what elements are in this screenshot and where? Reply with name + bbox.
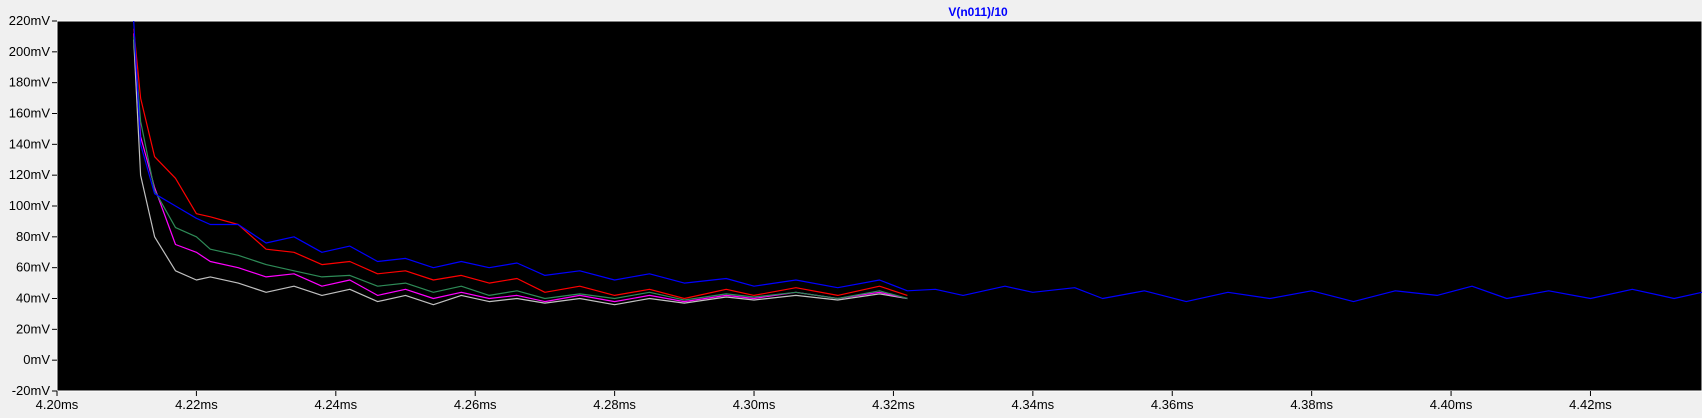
waveform-plot-window[interactable]: 4.20ms 4.22ms 4.24ms 4.26ms 4.28ms 4.30ms 4.32…: [0, 0, 1702, 418]
x-tick-label: 4.42ms: [1569, 397, 1612, 412]
plot-area[interactable]: [56, 20, 1702, 392]
y-tick-label: 120mV: [9, 167, 51, 182]
x-tick-label: 4.26ms: [454, 397, 497, 412]
y-tick-label: 100mV: [9, 198, 51, 213]
y-tick-label: 140mV: [9, 136, 51, 151]
x-tick-label: 4.34ms: [1012, 397, 1055, 412]
y-tick-label: 0mV: [23, 352, 50, 367]
x-tick-label: 4.40ms: [1430, 397, 1473, 412]
y-tick-label: 180mV: [9, 75, 51, 90]
y-tick-label: 220mV: [9, 13, 51, 28]
x-tick-label: 4.36ms: [1151, 397, 1194, 412]
x-tick-label: 4.32ms: [872, 397, 915, 412]
y-tick-label: 60mV: [16, 260, 50, 275]
y-tick-label: -20mV: [12, 383, 51, 398]
x-tick-label: 4.38ms: [1290, 397, 1333, 412]
y-tick-label: 40mV: [16, 291, 50, 306]
y-tick-label: 80mV: [16, 229, 50, 244]
x-tick-label: 4.30ms: [733, 397, 776, 412]
y-tick-label: 20mV: [16, 321, 50, 336]
y-tick-label: 200mV: [9, 44, 51, 59]
y-tick-label: 160mV: [9, 106, 51, 121]
x-tick-label: 4.24ms: [314, 397, 357, 412]
trace-title[interactable]: V(n011)/10: [948, 5, 1008, 19]
x-tick-label: 4.28ms: [593, 397, 636, 412]
waveform-chart[interactable]: 4.20ms 4.22ms 4.24ms 4.26ms 4.28ms 4.30ms 4.32…: [0, 0, 1702, 418]
y-axis: 220mV 200mV 180mV 160mV 140mV 120mV 100mV 80mV 6…: [9, 13, 57, 398]
x-axis: 4.20ms 4.22ms 4.24ms 4.26ms 4.28ms 4.30ms 4.32…: [36, 391, 1612, 412]
x-tick-label: 4.22ms: [175, 397, 218, 412]
x-tick-label: 4.20ms: [36, 397, 79, 412]
